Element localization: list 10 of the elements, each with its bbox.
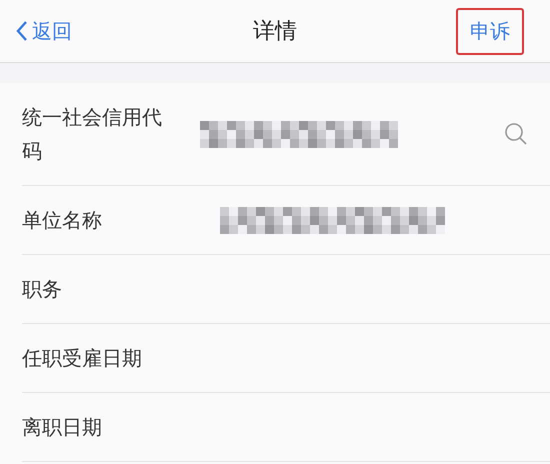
field-label: 任职受雇日期 xyxy=(22,345,143,372)
field-label: 统一社会信用代码 xyxy=(22,104,162,165)
page-title: 详情 xyxy=(253,19,297,44)
chevron-left-icon xyxy=(16,20,28,42)
appeal-button[interactable]: 申诉 xyxy=(456,8,524,54)
field-label: 离职日期 xyxy=(22,414,103,441)
field-label: 职务 xyxy=(22,276,63,303)
search-icon[interactable] xyxy=(504,122,528,146)
field-label: 单位名称 xyxy=(22,207,103,234)
back-button[interactable]: 返回 xyxy=(16,18,72,44)
